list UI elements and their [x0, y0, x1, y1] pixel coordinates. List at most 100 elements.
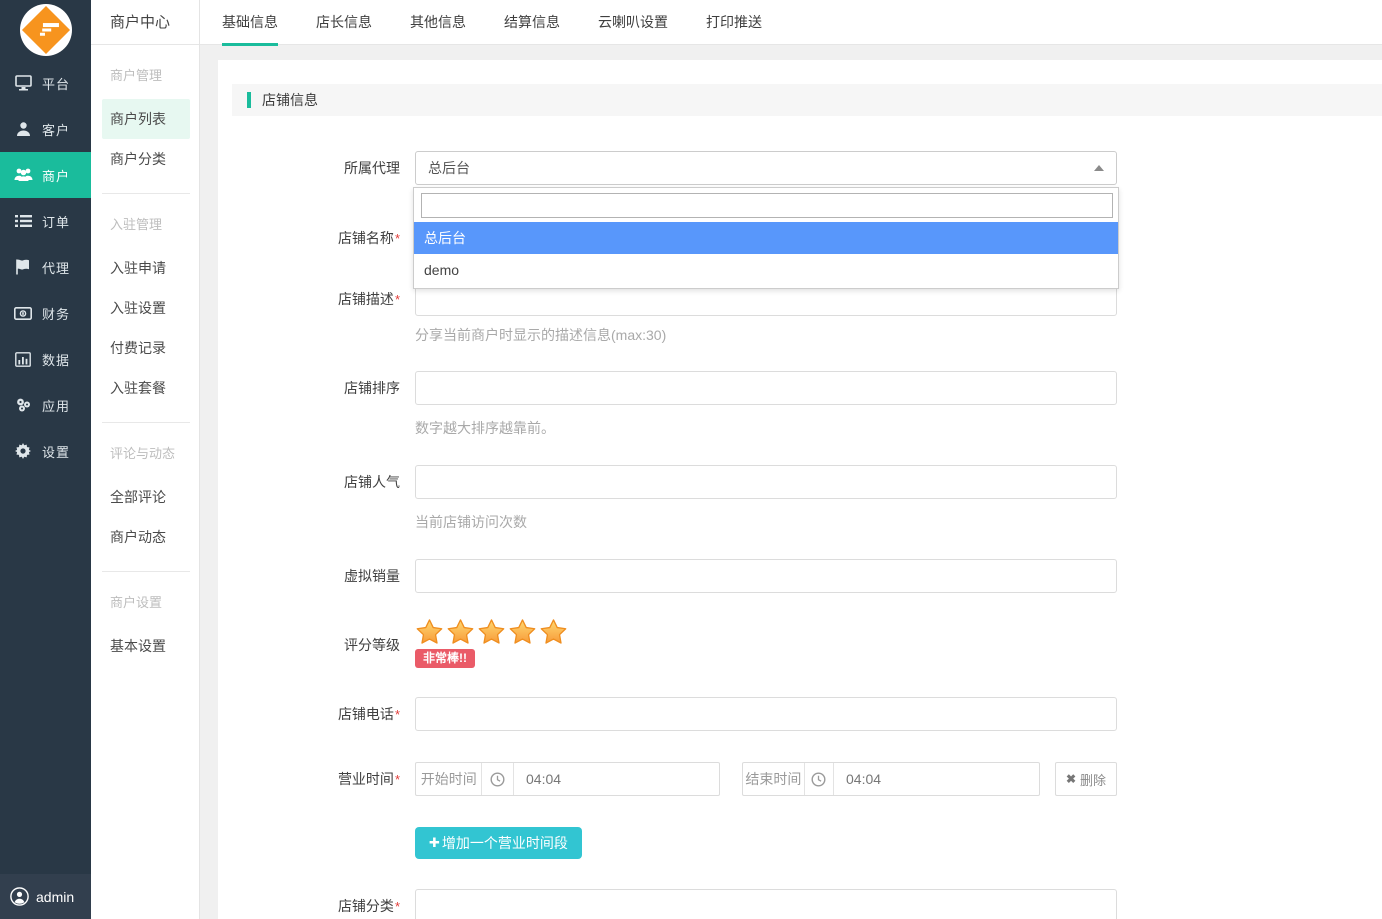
avatar-icon [10, 887, 29, 906]
sidebar-item-label: 财务 [42, 304, 70, 323]
field-label-shop-desc: 店铺描述* [218, 282, 400, 316]
field-label-shop-phone: 店铺电话* [218, 697, 400, 731]
users-icon [13, 166, 33, 184]
divider [102, 193, 190, 194]
section-title: 店铺信息 [262, 90, 318, 110]
start-time-input[interactable] [514, 763, 719, 795]
sidebar-item-orders[interactable]: 订单 [0, 198, 91, 244]
shop-popularity-input[interactable] [415, 465, 1117, 499]
submenu-item-entry-package[interactable]: 入驻套餐 [102, 368, 190, 408]
sidebar-item-label: 订单 [42, 212, 70, 231]
tab-bar: 基础信息 店长信息 其他信息 结算信息 云喇叭设置 打印推送 [200, 0, 1382, 45]
agent-dropdown: 总后台 demo [413, 187, 1119, 289]
clock-icon [482, 763, 514, 795]
sidebar-item-apps[interactable]: 应用 [0, 382, 91, 428]
section-header: 店铺信息 [232, 84, 1382, 116]
sidebar-item-data[interactable]: 数据 [0, 336, 91, 382]
submenu-item-merchant-category[interactable]: 商户分类 [102, 139, 190, 179]
sidebar-item-label: 平台 [42, 74, 70, 93]
sidebar-item-label: 设置 [42, 442, 70, 461]
star-icon [539, 618, 568, 647]
agent-select[interactable]: 总后台 [415, 151, 1117, 185]
field-label-shop-name: 店铺名称* [218, 221, 400, 255]
tab-print-push[interactable]: 打印推送 [706, 0, 762, 45]
flag-icon [13, 258, 33, 276]
dropdown-option-main[interactable]: 总后台 [414, 222, 1118, 254]
end-time-label: 结束时间 [743, 763, 805, 795]
app-logo[interactable] [0, 0, 91, 60]
submenu-group-label: 商户管理 [91, 67, 199, 85]
delete-time-button[interactable]: ✖ 删除 [1055, 762, 1117, 796]
agent-select-value: 总后台 [428, 158, 1094, 178]
field-label-rating: 评分等级 [218, 628, 400, 662]
current-user[interactable]: admin [0, 874, 91, 919]
dropdown-search-input[interactable] [421, 193, 1113, 218]
shop-desc-hint: 分享当前商户时显示的描述信息(max:30) [415, 325, 666, 345]
merchant-center-page: 平台 客户 商户 订单 代理 财务 [0, 0, 1382, 919]
divider [102, 571, 190, 572]
bar-chart-icon [13, 350, 33, 368]
sidebar-item-customers[interactable]: 客户 [0, 106, 91, 152]
form-panel: 店铺信息 所属代理 总后台 店铺名称* 店铺描述* 分享当前商户时显示的描述信息… [218, 60, 1382, 919]
sidebar-item-label: 商户 [42, 166, 70, 185]
submenu-group-label: 商户设置 [91, 594, 199, 612]
field-label-shop-category: 店铺分类* [218, 889, 400, 919]
sidebar-item-merchants[interactable]: 商户 [0, 152, 91, 198]
sidebar-item-platform[interactable]: 平台 [0, 60, 91, 106]
plus-icon: ✚ [429, 835, 440, 851]
delete-button-label: 删除 [1080, 770, 1106, 789]
field-label-business-hours: 营业时间* [218, 762, 400, 796]
virtual-sales-input[interactable] [415, 559, 1117, 593]
sidebar-item-label: 应用 [42, 396, 70, 415]
divider [102, 422, 190, 423]
user-name: admin [36, 889, 74, 905]
clock-icon [805, 763, 834, 795]
secondary-sidebar: 商户中心 商户管理 商户列表 商户分类 入驻管理 入驻申请 入驻设置 付费记录 … [91, 0, 200, 919]
tab-settlement-info[interactable]: 结算信息 [504, 0, 560, 45]
shop-sort-input[interactable] [415, 371, 1117, 405]
logo-circle-icon [20, 4, 72, 56]
apps-icon [13, 396, 33, 414]
tab-other-info[interactable]: 其他信息 [410, 0, 466, 45]
submenu-item-merchant-activity[interactable]: 商户动态 [102, 517, 190, 557]
dropdown-option-demo[interactable]: demo [414, 254, 1118, 286]
star-icon [446, 618, 475, 647]
submenu-title: 商户中心 [91, 0, 199, 45]
business-hours-row: 开始时间 结束时间 ✖ 删除 [415, 762, 1117, 796]
section-accent-bar [247, 92, 251, 108]
start-time-label: 开始时间 [416, 763, 482, 795]
rating-stars[interactable] [415, 618, 568, 647]
close-icon: ✖ [1066, 772, 1076, 786]
submenu-item-basic-settings[interactable]: 基本设置 [102, 626, 190, 666]
primary-sidebar: 平台 客户 商户 订单 代理 财务 [0, 0, 91, 919]
field-label-virtual-sales: 虚拟销量 [218, 559, 400, 593]
field-label-shop-popularity: 店铺人气 [218, 465, 400, 499]
money-icon [13, 304, 33, 322]
rating-badge: 非常棒!! [415, 649, 475, 668]
shop-phone-input[interactable] [415, 697, 1117, 731]
user-icon [13, 120, 33, 138]
submenu-item-merchant-list[interactable]: 商户列表 [102, 99, 190, 139]
tab-basic-info[interactable]: 基础信息 [222, 0, 278, 45]
sidebar-item-agents[interactable]: 代理 [0, 244, 91, 290]
submenu-item-all-comments[interactable]: 全部评论 [102, 477, 190, 517]
tab-manager-info[interactable]: 店长信息 [316, 0, 372, 45]
sidebar-item-finance[interactable]: 财务 [0, 290, 91, 336]
add-button-label: 增加一个营业时间段 [442, 833, 568, 853]
submenu-item-entry-apply[interactable]: 入驻申请 [102, 248, 190, 288]
star-icon [477, 618, 506, 647]
star-icon [415, 618, 444, 647]
add-time-slot-button[interactable]: ✚ 增加一个营业时间段 [415, 827, 582, 859]
field-label-agent: 所属代理 [218, 151, 400, 185]
shop-category-input[interactable] [415, 889, 1117, 919]
sidebar-item-label: 代理 [42, 258, 70, 277]
shop-sort-hint: 数字越大排序越靠前。 [415, 418, 555, 438]
end-time-input[interactable] [834, 763, 1039, 795]
star-icon [508, 618, 537, 647]
tab-cloud-speaker[interactable]: 云喇叭设置 [598, 0, 668, 45]
submenu-item-entry-settings[interactable]: 入驻设置 [102, 288, 190, 328]
sidebar-item-settings[interactable]: 设置 [0, 428, 91, 474]
field-label-shop-sort: 店铺排序 [218, 371, 400, 405]
submenu-item-payment-records[interactable]: 付费记录 [102, 328, 190, 368]
primary-nav: 平台 客户 商户 订单 代理 财务 [0, 60, 91, 474]
